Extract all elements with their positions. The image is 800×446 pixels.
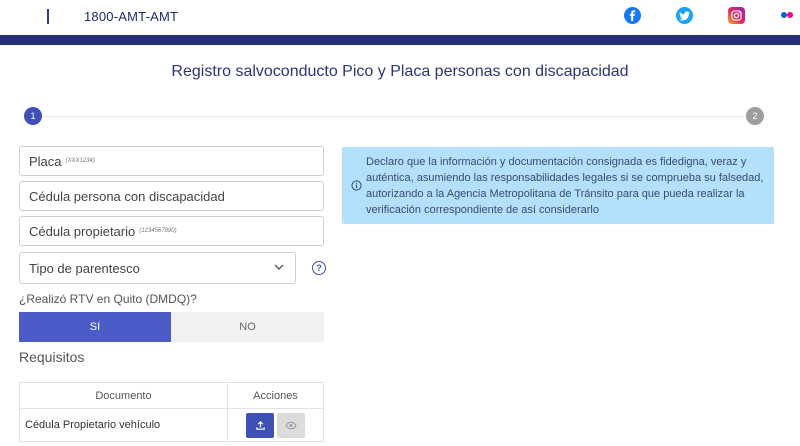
flickr-dot-pink: [787, 12, 793, 18]
rtv-yes-button[interactable]: SI: [19, 312, 171, 342]
cedula-propietario-hint: (1234567890): [139, 228, 177, 234]
requirements-title: Requisitos: [19, 349, 85, 365]
rtv-no-button[interactable]: NO: [171, 312, 324, 342]
table-row: Cédula Propietario vehículo: [20, 408, 323, 441]
top-bar: 1800-AMT-AMT: [0, 0, 800, 35]
info-icon: [351, 180, 362, 191]
chevron-down-icon: [274, 264, 284, 270]
eye-icon: [285, 421, 297, 429]
nav-band: [0, 35, 800, 45]
phone-number[interactable]: 1800-AMT-AMT: [84, 9, 178, 24]
column-header-acciones: Acciones: [253, 389, 298, 402]
cedula-discapacidad-label: Cédula persona con discapacidad: [29, 188, 225, 204]
twitter-icon[interactable]: [676, 7, 693, 24]
placa-input[interactable]: Placa (XXX1234): [19, 146, 324, 176]
cedula-propietario-input[interactable]: Cédula propietario (1234567890): [19, 216, 324, 246]
cedula-discapacidad-input[interactable]: Cédula persona con discapacidad: [19, 181, 324, 211]
parentesco-select[interactable]: Tipo de parentesco: [19, 252, 296, 284]
cedula-propietario-label: Cédula propietario: [29, 223, 136, 239]
upload-button[interactable]: [246, 412, 274, 438]
help-icon[interactable]: ?: [312, 261, 326, 275]
step-2-indicator[interactable]: 2: [746, 107, 764, 125]
page-title: Registro salvoconducto Pico y Placa pers…: [171, 63, 629, 80]
stepper-line: [40, 116, 750, 117]
header-divider: [47, 9, 49, 24]
upload-icon: [255, 420, 265, 430]
acciones-cell: [228, 409, 323, 441]
column-header-documento: Documento: [20, 383, 228, 408]
view-button[interactable]: [277, 412, 305, 438]
parentesco-selected-value: Tipo de parentesco: [29, 260, 140, 276]
instagram-icon[interactable]: [728, 7, 745, 24]
declaration-text: Declaro que la información y documentaci…: [366, 156, 764, 216]
flickr-icon[interactable]: [780, 7, 794, 24]
requirements-table: Documento Acciones Cédula Propietario ve…: [19, 382, 324, 442]
documento-cell: Cédula Propietario vehículo: [20, 409, 228, 441]
rtv-toggle: SI NO: [19, 312, 324, 342]
rtv-question: ¿Realizó RTV en Quito (DMDQ)?: [19, 292, 197, 306]
declaration-info-box: Declaro que la información y documentaci…: [342, 147, 774, 224]
table-header: Documento Acciones: [20, 383, 323, 408]
placa-label: Placa: [29, 153, 62, 169]
placa-hint: (XXX1234): [65, 158, 95, 164]
step-1-indicator[interactable]: 1: [24, 107, 42, 125]
facebook-icon[interactable]: [624, 7, 641, 24]
